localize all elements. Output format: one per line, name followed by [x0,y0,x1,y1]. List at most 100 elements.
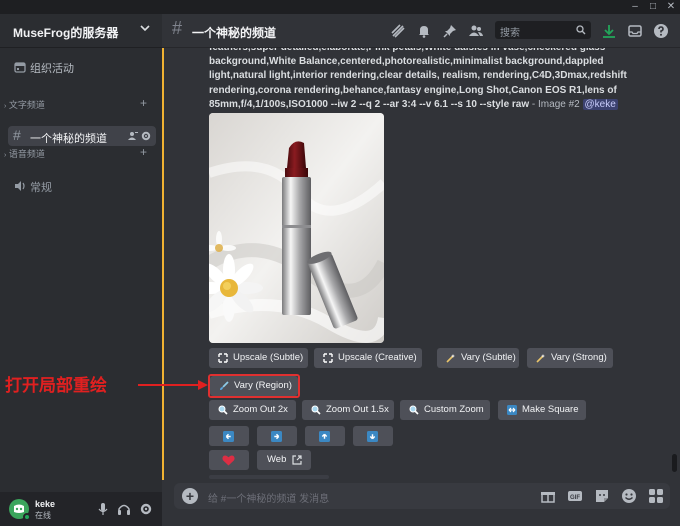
heart-icon [222,455,235,466]
message-placeholder: 给 #一个神秘的频道 发消息 [208,494,330,505]
arrow-left-icon [223,431,234,442]
button-label: Zoom Out 1.5x [326,404,389,415]
threads-icon[interactable] [390,23,406,39]
add-channel-icon[interactable]: + [140,96,147,110]
emoji-icon[interactable] [621,488,637,504]
magic-wand-icon [536,354,545,363]
user-status: 在线 [35,511,51,520]
help-icon[interactable] [653,23,669,39]
pan-up-button[interactable] [305,426,345,446]
category-label: 文字频道 [8,100,45,110]
zoom-out-2x-button[interactable]: Zoom Out 2x [209,400,296,420]
button-label: Vary (Strong) [551,352,607,363]
hash-icon: # [13,127,21,143]
message-input[interactable]: + 给 #一个神秘的频道 发消息 GIF [174,483,670,509]
button-label: Vary (Region) [234,380,292,391]
close-button[interactable]: ✕ [664,0,678,14]
speaker-icon [15,181,25,191]
channel-sidebar: MuseFrog的服务器 组织活动 › 文字频道 + # 一个神秘的频道 › 语… [0,14,162,526]
pan-left-button[interactable] [209,426,249,446]
maximize-button[interactable]: □ [646,0,660,14]
zoom-out-1-5x-button[interactable]: Zoom Out 1.5x [302,400,394,420]
button-label: Zoom Out 2x [233,404,288,415]
search-placeholder: 搜索 [500,28,520,39]
button-label: Upscale (Subtle) [233,352,304,363]
user-settings-gear-icon[interactable] [139,502,153,516]
magnifier-icon [218,405,228,415]
calendar-icon [14,62,26,73]
pan-right-button[interactable] [257,426,297,446]
upscale-subtle-button[interactable]: Upscale (Subtle) [209,348,308,368]
image-suffix: - Image #2 [529,98,583,110]
sidebar-item-active-channel[interactable]: # 一个神秘的频道 [8,126,156,146]
arrow-down-icon [367,431,378,442]
lipstick-image [209,113,384,343]
favorite-button[interactable] [209,450,249,470]
server-header[interactable]: MuseFrog的服务器 [0,14,162,48]
user-mention[interactable]: @keke [582,98,618,110]
category-text-channels[interactable]: › 文字频道 + [4,96,147,111]
gif-icon[interactable]: GIF [567,488,583,504]
bell-icon[interactable] [416,23,432,39]
microphone-icon[interactable] [96,502,110,516]
online-status-dot [23,513,31,521]
gear-icon[interactable] [141,131,151,141]
gift-icon[interactable] [540,488,556,504]
sticker-icon[interactable] [594,488,610,504]
members-icon[interactable] [468,23,484,39]
download-icon[interactable] [601,23,617,39]
add-channel-icon[interactable]: + [140,145,147,159]
inbox-icon[interactable] [627,23,643,39]
vary-strong-button[interactable]: Vary (Strong) [527,348,613,368]
pan-down-button[interactable] [353,426,393,446]
button-label: Vary (Subtle) [461,352,516,363]
arrows-horizontal-icon [507,405,517,415]
custom-zoom-button[interactable]: Custom Zoom [400,400,490,420]
brush-icon [220,381,229,390]
server-name: MuseFrog的服务器 [13,26,119,40]
magnifier-icon [311,405,321,415]
magnifier-icon [409,405,419,415]
cut-off-text-row [209,475,329,479]
magic-wand-icon [446,354,455,363]
annotation-label: 打开局部重绘 [5,376,107,395]
svg-text:GIF: GIF [570,495,580,501]
composer-area: + 给 #一个神秘的频道 发消息 GIF [162,480,680,526]
page-title: 一个神秘的频道 [192,26,277,40]
category-voice-channels[interactable]: › 语音频道 + [4,145,147,160]
voice-channel-label: 常规 [30,182,52,194]
vary-subtle-button[interactable]: Vary (Subtle) [437,348,519,368]
expand-icon [323,353,333,363]
search-input[interactable]: 搜索 [495,21,591,39]
channel-label: 一个神秘的频道 [30,133,107,145]
headphones-icon[interactable] [117,502,131,516]
make-square-button[interactable]: Make Square [498,400,586,420]
hash-icon: # [172,18,183,38]
sidebar-item-events[interactable]: 组织活动 [8,56,154,78]
sidebar-item-voice[interactable]: 常规 [8,176,154,196]
button-label: Web [267,454,287,465]
generated-image[interactable] [209,113,384,343]
vary-region-button[interactable]: Vary (Region) [210,376,298,396]
window-titlebar: – □ ✕ [0,0,680,14]
scrollbar[interactable] [672,454,677,472]
category-label: 语音频道 [8,149,45,159]
web-link-button[interactable]: Web [257,450,311,470]
discord-window: – □ ✕ MuseFrog的服务器 组织活动 › 文字频道 + # 一个神秘的… [0,0,680,526]
channel-header: # 一个神秘的频道 搜索 [162,14,680,48]
upscale-creative-button[interactable]: Upscale (Creative) [314,348,422,368]
pin-icon[interactable] [442,23,458,39]
button-label: Make Square [522,404,579,415]
chevron-down-icon [140,25,150,32]
external-link-icon [292,455,302,465]
apps-icon[interactable] [648,488,664,504]
sidebar-item-events-label: 组织活动 [30,63,74,75]
button-label: Custom Zoom [424,404,484,415]
add-member-icon[interactable] [128,131,138,141]
username: keke [35,499,56,509]
expand-icon [218,353,228,363]
add-attachment-icon[interactable]: + [182,488,198,504]
message-content: feathers,super detailed,elaborate,Pink p… [209,48,629,112]
minimize-button[interactable]: – [628,0,642,14]
button-label: Upscale (Creative) [338,352,417,363]
